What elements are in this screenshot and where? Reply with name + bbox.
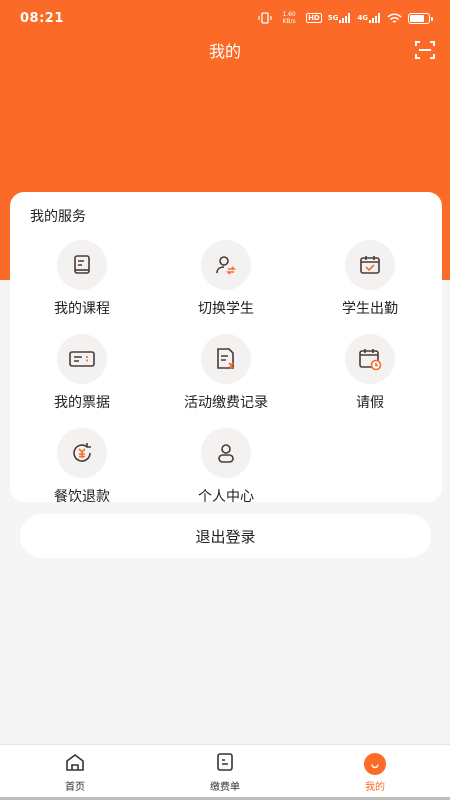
services-grid: 我的课程 切换学生 学生出勤 我的票据 活动缴费记录 请假 餐饮退款 个人中心 bbox=[10, 240, 442, 506]
attendance-calendar-icon bbox=[345, 240, 395, 290]
signal-5g-label: 5G bbox=[327, 14, 339, 22]
vibrate-icon bbox=[258, 12, 272, 24]
service-label: 餐饮退款 bbox=[54, 489, 110, 505]
service-label: 我的课程 bbox=[54, 301, 110, 317]
service-leave[interactable]: 请假 bbox=[298, 334, 442, 412]
status-icons: 1.60 KB/s HD 5G 4G bbox=[258, 11, 433, 25]
refund-icon bbox=[57, 428, 107, 478]
home-icon bbox=[64, 752, 86, 775]
bill-icon bbox=[215, 752, 235, 775]
nav-label: 我的 bbox=[365, 781, 385, 793]
service-my-tickets[interactable]: 我的票据 bbox=[10, 334, 154, 412]
leave-calendar-icon bbox=[345, 334, 395, 384]
nav-label: 缴费单 bbox=[210, 782, 240, 793]
service-label: 请假 bbox=[356, 395, 384, 411]
service-label: 切换学生 bbox=[198, 301, 254, 317]
wifi-icon bbox=[387, 12, 402, 24]
nav-label: 首页 bbox=[65, 782, 85, 793]
nav-item-profile[interactable]: 我的 bbox=[300, 745, 450, 800]
title-bar: 我的 bbox=[0, 30, 450, 70]
service-my-courses[interactable]: 我的课程 bbox=[10, 240, 154, 318]
battery-icon bbox=[408, 12, 433, 24]
service-label: 活动缴费记录 bbox=[184, 395, 268, 411]
services-card: 我的服务 我的课程 切换学生 学生出勤 我的票据 活动缴费记录 请假 餐饮退款 … bbox=[10, 192, 442, 505]
service-dining-refund[interactable]: 餐饮退款 bbox=[10, 428, 154, 506]
signal-4g-label: 4G bbox=[357, 14, 368, 22]
service-payment-records[interactable]: 活动缴费记录 bbox=[154, 334, 298, 412]
profile-icon bbox=[364, 752, 386, 775]
signal-4g-icon: 4G bbox=[357, 13, 381, 23]
hd-badge: HD bbox=[306, 13, 322, 23]
book-icon bbox=[57, 240, 107, 290]
service-attendance[interactable]: 学生出勤 bbox=[298, 240, 442, 318]
switch-student-icon bbox=[201, 240, 251, 290]
service-switch-student[interactable]: 切换学生 bbox=[154, 240, 298, 318]
nav-item-home[interactable]: 首页 bbox=[0, 745, 150, 800]
service-personal-center[interactable]: 个人中心 bbox=[154, 428, 298, 506]
logout-button[interactable]: 退出登录 bbox=[20, 514, 431, 558]
status-time: 08:21 bbox=[20, 10, 64, 26]
payment-record-icon bbox=[201, 334, 251, 384]
service-label: 学生出勤 bbox=[342, 301, 398, 317]
scan-icon[interactable] bbox=[414, 39, 436, 61]
service-label: 我的票据 bbox=[54, 395, 110, 411]
bottom-nav: 首页 缴费单 我的 bbox=[0, 744, 450, 800]
signal-5g-icon: 5G bbox=[328, 13, 352, 23]
ticket-icon bbox=[57, 334, 107, 384]
services-title: 我的服务 bbox=[30, 209, 86, 225]
nav-item-bills[interactable]: 缴费单 bbox=[150, 745, 300, 800]
page-title: 我的 bbox=[208, 42, 241, 61]
person-icon bbox=[201, 428, 251, 478]
net-speed: 1.60 KB/s bbox=[282, 11, 296, 25]
service-label: 个人中心 bbox=[198, 489, 254, 505]
